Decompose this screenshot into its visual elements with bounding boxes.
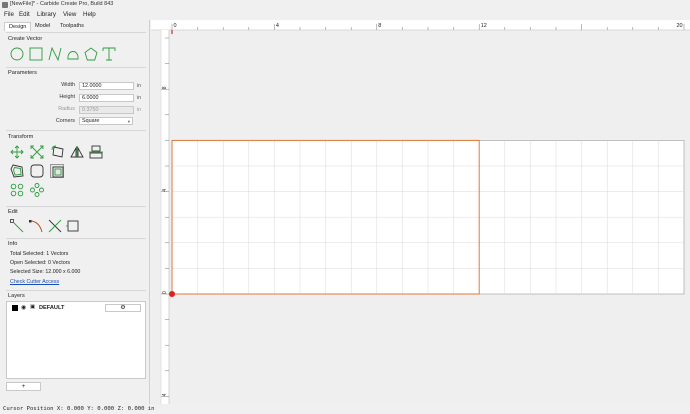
radius-label: Radius (58, 106, 75, 112)
list-item[interactable]: ◉ ▣ DEFAULT ⚙ (10, 304, 144, 313)
menu-file[interactable]: File (4, 11, 14, 18)
layers-list: ◉ ▣ DEFAULT ⚙ (6, 301, 146, 379)
menu-library[interactable]: Library (37, 11, 56, 18)
title-bar: [NewFile]* - Carbide Create Pro, Build 8… (0, 0, 690, 10)
corners-value: Square (82, 118, 100, 124)
ruler-label-top: 8 (378, 23, 381, 29)
height-field[interactable]: 6.0000 (79, 94, 134, 102)
layer-settings-button[interactable]: ⚙ (105, 304, 141, 312)
app-icon (2, 2, 8, 8)
divider (6, 32, 146, 33)
radius-unit: in (137, 107, 142, 113)
divider (6, 238, 146, 239)
edit-heading: Edit (8, 209, 18, 215)
total-selected-text: Total Selected: 1 Vectors (10, 251, 69, 257)
info-heading: Info (8, 241, 18, 247)
selected-size-text: Selected Size: 12.000 x 6.000 (10, 269, 81, 275)
window-title: [NewFile]* - Carbide Create Pro, Build 8… (10, 1, 114, 7)
join-icon[interactable] (66, 219, 80, 233)
ruler-label-top: 0 (174, 23, 177, 29)
boolean-icon[interactable] (50, 164, 64, 178)
linear-array-icon[interactable] (30, 183, 44, 197)
height-label: Height (59, 94, 75, 100)
ruler-label-top: 4 (276, 23, 279, 29)
width-label: Width (61, 82, 75, 88)
ruler-label-left: 4 (162, 393, 168, 396)
width-field[interactable]: 12.0000 (79, 82, 134, 90)
polygon-icon[interactable] (84, 47, 98, 61)
layers-heading: Layers (8, 293, 25, 299)
ruler-label-left: 4 (162, 189, 168, 192)
tab-design[interactable]: Design (4, 22, 32, 31)
ruler-label-top: 20 (677, 23, 683, 29)
menu-view[interactable]: View (63, 11, 76, 18)
grid-lines (172, 140, 684, 294)
circular-array-icon[interactable] (10, 183, 24, 197)
canvas-drawing[interactable]: 0 4 8 12 20 8 4 0 4 (151, 20, 690, 404)
polyline-icon[interactable] (48, 47, 62, 61)
fillet-icon[interactable] (30, 164, 44, 178)
parameters-heading: Parameters (8, 70, 37, 76)
divider (6, 130, 146, 131)
layer-name: DEFAULT (39, 305, 65, 311)
divider (6, 206, 146, 207)
menu-bar: File Edit Library View Help (0, 10, 690, 20)
add-layer-button[interactable]: + (6, 382, 41, 391)
circle-icon[interactable] (10, 47, 24, 61)
create-vector-heading: Create Vector (8, 36, 43, 42)
transform-heading: Transform (8, 134, 34, 140)
divider (6, 67, 146, 68)
eye-icon[interactable]: ◉ (21, 304, 26, 311)
lock-icon[interactable]: ▣ (30, 304, 35, 310)
menu-edit[interactable]: Edit (19, 11, 30, 18)
trim-icon[interactable] (48, 219, 62, 233)
scale-icon[interactable] (30, 145, 44, 159)
open-selected-text: Open Selected: 0 Vectors (10, 260, 71, 266)
gear-icon: ⚙ (120, 305, 126, 311)
height-unit: in (137, 95, 142, 101)
radius-field: 0.3750 (79, 106, 134, 114)
ruler-label-top: 12 (481, 23, 487, 29)
origin-marker (169, 291, 175, 297)
mirror-icon[interactable] (70, 145, 84, 159)
node-edit-icon[interactable] (10, 219, 24, 233)
move-icon[interactable] (10, 145, 24, 159)
layer-color-swatch[interactable] (12, 305, 18, 311)
width-unit: in (137, 83, 142, 89)
curve-edit-icon[interactable] (29, 219, 43, 233)
check-cutter-access-link[interactable]: Check Cutter Access (10, 279, 59, 285)
curve-icon[interactable] (66, 47, 80, 61)
ruler-label-left: 0 (162, 291, 168, 294)
align-icon[interactable] (89, 145, 103, 159)
offset-icon[interactable] (10, 164, 24, 178)
chevron-down-icon: ▾ (127, 119, 130, 124)
design-panel: Design Model Toolpaths Create Vector Par… (0, 20, 150, 404)
rotate-icon[interactable] (51, 145, 65, 159)
divider (6, 290, 146, 291)
status-bar: Cursor Position X: 0.000 Y: 0.000 Z: 0.0… (0, 404, 690, 414)
design-canvas[interactable]: 0 4 8 12 20 8 4 0 4 (151, 20, 690, 404)
tab-toolpaths[interactable]: Toolpaths (56, 22, 88, 30)
menu-help[interactable]: Help (83, 11, 96, 18)
tab-model[interactable]: Model (31, 22, 54, 30)
corners-select[interactable]: Square ▾ (79, 117, 133, 125)
corners-label: Corners (55, 118, 75, 124)
rectangle-icon[interactable] (29, 47, 43, 61)
text-icon[interactable] (102, 47, 116, 61)
ruler-label-left: 8 (162, 86, 168, 89)
